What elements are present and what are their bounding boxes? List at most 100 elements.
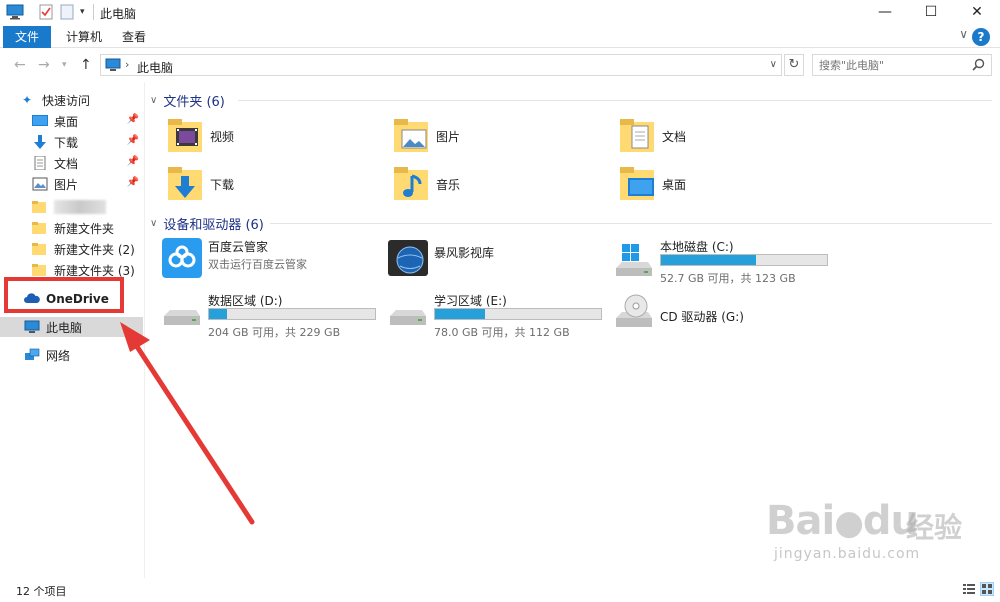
download-icon bbox=[32, 135, 48, 149]
forward-arrow-icon[interactable]: → bbox=[38, 57, 50, 73]
search-input[interactable] bbox=[813, 55, 963, 75]
search-icon[interactable] bbox=[972, 58, 985, 74]
document-folder-icon bbox=[620, 119, 654, 152]
folder-videos[interactable]: 视频 bbox=[166, 114, 234, 158]
group-header-devices[interactable]: ∨ 设备和驱动器 (6) bbox=[150, 213, 264, 233]
chevron-down-icon[interactable]: ∨ bbox=[150, 218, 157, 229]
pin-icon[interactable]: 📌 bbox=[127, 114, 139, 125]
folder-label: 音乐 bbox=[436, 177, 461, 192]
blurred-label bbox=[54, 200, 106, 214]
folder-icon bbox=[32, 263, 48, 277]
minimize-button[interactable]: — bbox=[862, 0, 908, 24]
folder-documents[interactable]: 文档 bbox=[618, 114, 686, 158]
hard-drive-icon bbox=[390, 310, 426, 325]
folder-music[interactable]: 音乐 bbox=[392, 162, 460, 206]
nav-item-this-pc[interactable]: 此电脑 bbox=[0, 317, 143, 337]
baidu-watermark: Bai●du 经验 jingyan.baidu.com bbox=[766, 488, 976, 568]
music-folder-icon bbox=[394, 167, 428, 200]
nav-label: 此电脑 bbox=[46, 320, 83, 335]
chevron-down-icon[interactable]: ∨ bbox=[150, 95, 157, 106]
nav-item-blurred-folder[interactable] bbox=[0, 197, 143, 217]
title-bar: ▾ 此电脑 — ☐ ✕ bbox=[0, 0, 1000, 24]
group-title: 文件夹 (6) bbox=[163, 94, 225, 110]
folder-label: 图片 bbox=[436, 129, 461, 144]
drive-usage-bar bbox=[208, 308, 376, 320]
nav-item-new-folder-2[interactable]: 新建文件夹 (2) bbox=[0, 239, 143, 259]
refresh-button[interactable]: ↻ bbox=[784, 54, 804, 76]
group-title: 设备和驱动器 (6) bbox=[163, 217, 264, 233]
breadcrumb[interactable]: 此电脑 bbox=[137, 59, 173, 76]
watermark-cn: 经验 bbox=[906, 511, 963, 544]
drive-usage-bar bbox=[434, 308, 602, 320]
computer-icon bbox=[24, 320, 40, 334]
tab-view[interactable]: 查看 bbox=[110, 26, 158, 48]
expand-ribbon-button[interactable]: ∨ bbox=[959, 27, 968, 41]
folder-label: 桌面 bbox=[662, 177, 687, 192]
drive-cd[interactable]: CD 驱动器 (G:) bbox=[614, 292, 836, 340]
drive-d[interactable]: 数据区域 (D:) 204 GB 可用，共 229 GB bbox=[162, 292, 384, 340]
nav-item-documents[interactable]: 文档 📌 bbox=[0, 153, 143, 173]
watermark-brand: Bai bbox=[766, 498, 835, 544]
folder-pictures[interactable]: 图片 bbox=[392, 114, 460, 158]
tiles-view-icon[interactable] bbox=[980, 582, 994, 596]
folder-icon bbox=[32, 242, 48, 256]
nav-item-new-folder[interactable]: 新建文件夹 bbox=[0, 218, 143, 238]
nav-label: 新建文件夹 (2) bbox=[54, 242, 135, 257]
drive-usage-fill bbox=[435, 309, 485, 319]
drive-c[interactable]: 本地磁盘 (C:) 52.7 GB 可用，共 123 GB bbox=[614, 238, 836, 286]
network-icon bbox=[24, 348, 40, 362]
nav-label: 桌面 bbox=[54, 114, 79, 129]
nav-label: 文档 bbox=[54, 156, 79, 171]
drive-name: 数据区域 (D:) bbox=[208, 294, 283, 308]
video-folder-icon bbox=[168, 119, 202, 152]
windows-drive-icon bbox=[616, 244, 652, 276]
details-view-icon[interactable] bbox=[962, 582, 976, 596]
pin-icon[interactable]: 📌 bbox=[127, 156, 139, 167]
nav-label: 新建文件夹 (3) bbox=[54, 263, 135, 278]
nav-item-network[interactable]: 网络 bbox=[0, 345, 143, 365]
folder-desktop[interactable]: 桌面 bbox=[618, 162, 686, 206]
tab-computer[interactable]: 计算机 bbox=[54, 26, 114, 48]
download-folder-icon bbox=[168, 167, 202, 200]
pin-icon[interactable]: 📌 bbox=[127, 135, 139, 146]
drive-usage-bar bbox=[660, 254, 828, 266]
watermark-url: jingyan.baidu.com bbox=[774, 546, 921, 562]
folder-label: 下载 bbox=[210, 177, 235, 192]
properties-icon[interactable] bbox=[38, 3, 54, 21]
computer-icon bbox=[105, 58, 121, 75]
search-box[interactable] bbox=[812, 54, 992, 76]
drive-e[interactable]: 学习区域 (E:) 78.0 GB 可用，共 112 GB bbox=[388, 292, 610, 340]
close-button[interactable]: ✕ bbox=[954, 0, 1000, 24]
breadcrumb-separator-icon[interactable]: › bbox=[125, 58, 129, 71]
up-arrow-icon[interactable]: ↑ bbox=[80, 57, 92, 73]
status-bar: 12 个项目 bbox=[0, 578, 1000, 602]
nav-item-downloads[interactable]: 下载 📌 bbox=[0, 132, 143, 152]
folder-label: 文档 bbox=[662, 129, 687, 144]
app-storm-library[interactable]: 暴风影视库 bbox=[388, 238, 610, 286]
window-title: 此电脑 bbox=[100, 7, 137, 21]
back-arrow-icon[interactable]: ← bbox=[14, 57, 26, 73]
maximize-button[interactable]: ☐ bbox=[908, 0, 954, 24]
folder-downloads[interactable]: 下载 bbox=[166, 162, 234, 206]
computer-icon bbox=[6, 3, 24, 21]
app-baidu-cloud[interactable]: 百度云管家 双击运行百度云管家 bbox=[162, 238, 384, 286]
cd-drive-icon bbox=[616, 294, 652, 327]
document-icon bbox=[32, 155, 48, 171]
nav-item-pictures[interactable]: 图片 📌 bbox=[0, 174, 143, 194]
drive-name: 本地磁盘 (C:) bbox=[660, 240, 734, 254]
group-header-folders[interactable]: ∨ 文件夹 (6) bbox=[150, 90, 225, 110]
customize-toolbar-icon[interactable]: ▾ bbox=[80, 3, 85, 21]
picture-icon bbox=[32, 177, 48, 191]
help-button[interactable]: ? bbox=[972, 28, 990, 46]
recent-locations-icon[interactable]: ▾ bbox=[62, 60, 67, 70]
nav-item-desktop[interactable]: 桌面 📌 bbox=[0, 111, 143, 131]
address-bar[interactable]: › 此电脑 ∨ bbox=[100, 54, 782, 76]
new-folder-icon[interactable] bbox=[60, 3, 74, 21]
desktop-icon bbox=[32, 114, 48, 128]
tab-file[interactable]: 文件 bbox=[3, 26, 52, 48]
address-row: ← → ▾ ↑ › 此电脑 ∨ ↻ bbox=[0, 48, 1000, 82]
pin-icon[interactable]: 📌 bbox=[127, 177, 139, 188]
nav-quick-access[interactable]: ✦ 快速访问 bbox=[22, 90, 142, 110]
picture-folder-icon bbox=[394, 119, 428, 152]
chevron-down-icon[interactable]: ∨ bbox=[770, 59, 777, 70]
